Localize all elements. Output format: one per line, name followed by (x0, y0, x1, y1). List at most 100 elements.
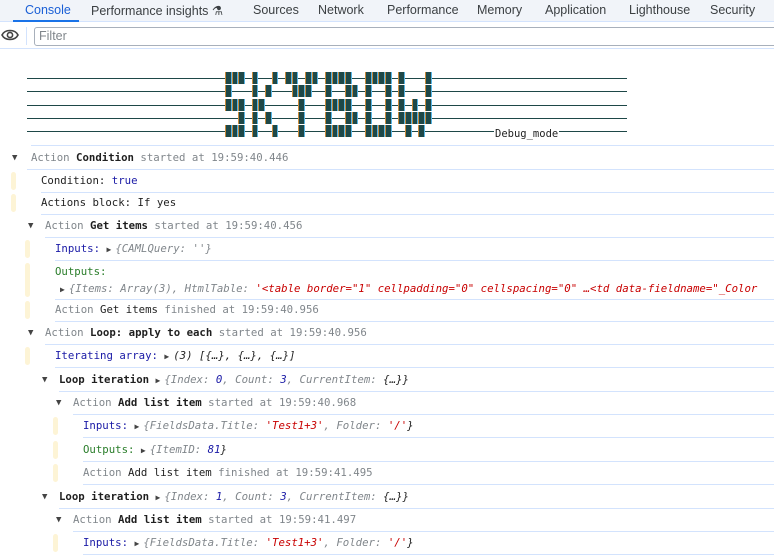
inputs-label: Inputs: (55, 242, 101, 255)
banner-block (398, 85, 406, 98)
collapse-triangle-icon[interactable]: ▼ (28, 215, 33, 237)
banner-block (385, 85, 392, 98)
banner-block (325, 98, 332, 111)
banner-block (225, 85, 232, 98)
banner-block (291, 85, 299, 98)
collapse-triangle-icon[interactable]: ▼ (56, 392, 61, 414)
group-bar (25, 301, 30, 319)
expand-triangle-icon[interactable]: ▶ (156, 493, 161, 502)
object-preview[interactable]: {CAMLQuery: ''} (115, 242, 212, 255)
log-group-add-list-item[interactable]: Action Add list item started at 19:59:41… (73, 509, 774, 532)
collapse-triangle-icon[interactable]: ▼ (42, 486, 47, 508)
expand-triangle-icon[interactable]: ▶ (156, 376, 161, 385)
outputs-label: Outputs: (55, 265, 107, 278)
group-bar (25, 263, 30, 297)
tab-sources[interactable]: Sources (253, 3, 299, 17)
expand-triangle-icon[interactable]: ▶ (134, 422, 139, 431)
tab-performance-insights[interactable]: Performance insights ⚗ (91, 3, 223, 18)
tab-label: Performance insights (91, 4, 209, 18)
action-name: Get items (90, 219, 148, 232)
timestamp: 19:59:40.446 (211, 151, 289, 164)
action-name: Loop: apply to each (90, 326, 213, 339)
devtools-tab-bar: Console Performance insights ⚗ Sources N… (0, 0, 774, 22)
debug-mode-label: Debug_mode (494, 128, 560, 140)
banner-block (398, 72, 406, 84)
banner-block (365, 72, 372, 84)
tab-network[interactable]: Network (318, 3, 364, 17)
tab-console[interactable]: Console (25, 3, 71, 17)
banner-block (298, 98, 306, 111)
expand-triangle-icon[interactable]: ▶ (141, 446, 146, 455)
banner-block (325, 111, 332, 124)
log-group-get-items[interactable]: Action Get items started at 19:59:40.456 (45, 215, 774, 238)
tab-application[interactable]: Application (545, 3, 606, 17)
group-bar (25, 347, 30, 365)
log-message: Actions block: If yes (41, 192, 774, 215)
outputs-label: Outputs: (83, 443, 135, 456)
string-value: '<table border="1" cellpadding="0" cells… (255, 282, 758, 295)
banner-block (405, 111, 412, 124)
tab-security[interactable]: Security (710, 3, 755, 17)
banner-block (418, 111, 426, 124)
array-preview[interactable]: (3) [{…}, {…}, {…}] (173, 349, 295, 362)
log-inputs: Inputs: ▶ {FieldsData.Title: 'Test1+3', F… (83, 415, 774, 438)
banner-block (345, 98, 352, 111)
banner-block (378, 72, 386, 84)
log-group-iteration[interactable]: Loop iteration ▶ {Index: 0, Count: 3, Cur… (59, 369, 774, 392)
banner-block (338, 72, 346, 84)
expand-triangle-icon[interactable]: ▶ (164, 352, 169, 361)
expand-triangle-icon[interactable]: ▶ (60, 285, 65, 294)
log-message: Action Get items finished at 19:59:40.95… (55, 299, 774, 322)
tab-memory[interactable]: Memory (477, 3, 522, 17)
banner-block (371, 125, 379, 138)
collapse-triangle-icon[interactable]: ▼ (28, 322, 33, 344)
banner-block (385, 111, 392, 124)
log-group-loop[interactable]: Action Loop: apply to each started at 19… (45, 322, 774, 345)
action-name: Add list item (118, 396, 202, 409)
log-group-condition[interactable]: Action Condition started at 19:59:40.446 (27, 147, 774, 170)
banner-block (231, 98, 239, 111)
group-bar (11, 172, 16, 190)
banner-block (325, 125, 332, 138)
inputs-label: Inputs: (83, 419, 129, 432)
banner-block (311, 72, 319, 84)
group-bar (53, 417, 58, 435)
banner-block (298, 125, 306, 138)
collapse-triangle-icon[interactable]: ▼ (12, 147, 17, 169)
banner-block (298, 111, 306, 124)
banner-block (365, 98, 372, 111)
log-group-iteration[interactable]: Loop iteration ▶ {Index: 1, Count: 3, Cur… (59, 486, 774, 509)
banner-block (345, 85, 352, 98)
timestamp: 19:59:40.956 (289, 326, 367, 339)
tab-lighthouse[interactable]: Lighthouse (629, 3, 690, 17)
expand-triangle-icon[interactable]: ▶ (106, 245, 111, 254)
banner-block (385, 72, 392, 84)
tab-performance[interactable]: Performance (387, 3, 459, 17)
timestamp: 19:59:40.968 (278, 396, 357, 409)
collapse-triangle-icon[interactable]: ▼ (42, 369, 47, 391)
object-preview[interactable]: {Items: Array(3), HtmlTable: (69, 282, 256, 295)
banner-block (251, 125, 259, 138)
banner-block (231, 125, 239, 138)
log-group-add-list-item[interactable]: Action Add list item started at 19:59:40… (73, 392, 774, 415)
group-bar (53, 441, 58, 459)
eye-icon[interactable] (1, 28, 19, 42)
filter-input[interactable]: Filter (34, 27, 774, 46)
log-text: finished at (218, 466, 289, 479)
banner-block (251, 72, 259, 84)
banner-block (365, 111, 372, 124)
collapse-triangle-icon[interactable]: ▼ (56, 509, 61, 531)
action-name: Add list item (118, 513, 202, 526)
log-text: Condition: (41, 174, 106, 187)
timestamp: 19:59:41.497 (278, 513, 357, 526)
banner-block (405, 125, 412, 138)
log-value: true (111, 174, 138, 187)
banner-block (238, 125, 246, 138)
flask-icon: ⚗ (211, 4, 224, 18)
log-text: started at (208, 513, 273, 526)
banner-block (425, 72, 432, 84)
banner-block (305, 72, 312, 84)
inputs-label: Inputs: (83, 536, 129, 549)
log-text: started at (154, 219, 219, 232)
action-name: Add list item (128, 466, 212, 479)
